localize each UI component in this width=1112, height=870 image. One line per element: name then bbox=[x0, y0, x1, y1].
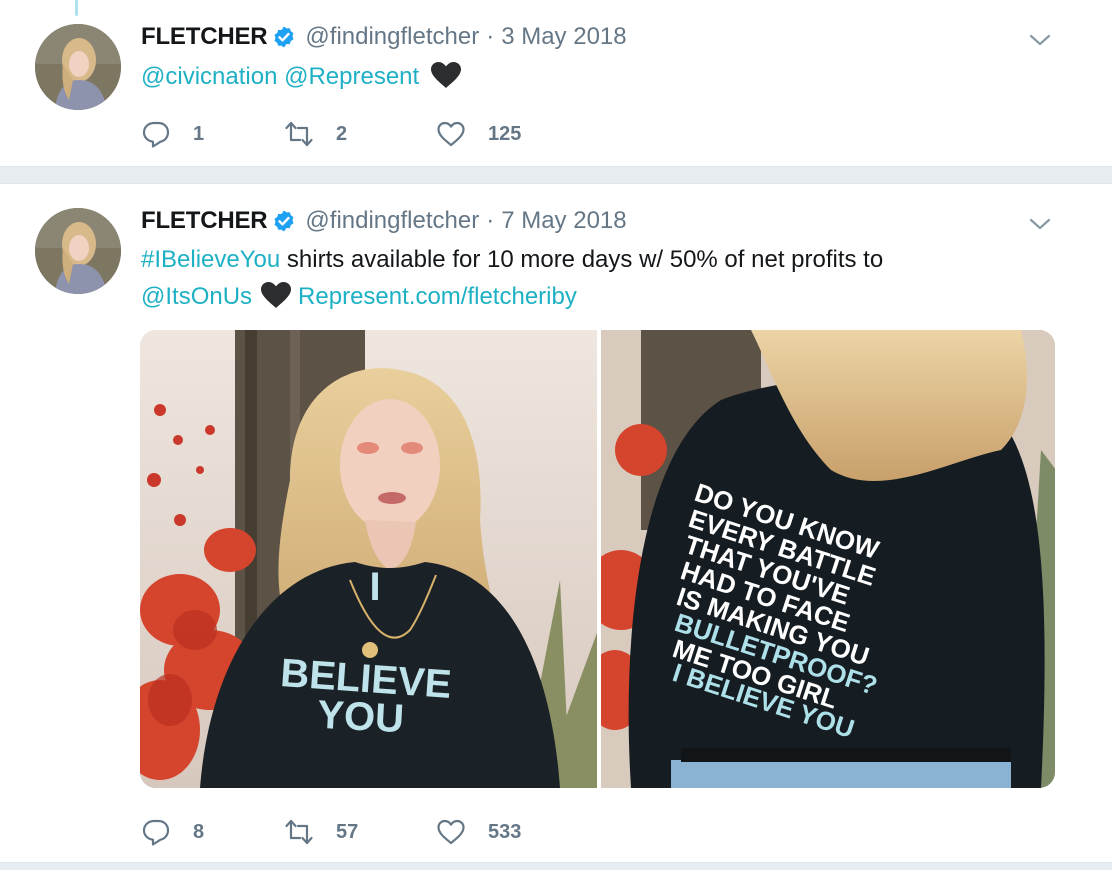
mention-link[interactable]: @civicnation bbox=[141, 63, 277, 90]
user-handle[interactable]: @findingfletcher bbox=[305, 207, 479, 235]
tweet-actions: 1 2 125 bbox=[141, 119, 556, 149]
photo-divider bbox=[597, 330, 599, 788]
photo-front[interactable]: I BELIEVE YOU bbox=[140, 330, 597, 788]
display-name[interactable]: FLETCHER bbox=[141, 23, 268, 51]
separator-dot: · bbox=[486, 207, 495, 234]
avatar[interactable] bbox=[35, 208, 121, 294]
tweet-text-line: #IBelieveYou shirts available for 10 mor… bbox=[141, 241, 883, 278]
chevron-down-icon[interactable] bbox=[1028, 30, 1052, 50]
like-button[interactable]: 125 bbox=[436, 119, 556, 149]
like-icon bbox=[437, 819, 465, 845]
tweet-header: FLETCHER @findingfletcher · 3 May 2018 bbox=[141, 23, 627, 51]
verified-badge-icon bbox=[274, 210, 294, 232]
tweet-separator bbox=[0, 166, 1112, 184]
retweet-count: 2 bbox=[336, 122, 348, 145]
tweet[interactable]: FLETCHER @findingfletcher · 3 May 2018 @… bbox=[0, 0, 1112, 166]
tweet-text-line: @ItsOnUs Represent.com/fletcheriby bbox=[141, 278, 883, 315]
tweet-text: #IBelieveYou shirts available for 10 mor… bbox=[141, 241, 883, 315]
shirt-text: I bbox=[369, 565, 380, 609]
avatar[interactable] bbox=[35, 24, 121, 110]
reply-icon bbox=[142, 819, 170, 846]
reply-count: 8 bbox=[193, 820, 205, 843]
retweet-button[interactable]: 57 bbox=[284, 817, 436, 847]
retweet-icon bbox=[285, 819, 313, 845]
like-button[interactable]: 533 bbox=[436, 817, 556, 847]
hashtag-link[interactable]: #IBelieveYou bbox=[141, 246, 280, 273]
like-icon bbox=[437, 121, 465, 147]
url-link[interactable]: Represent.com/fletcheriby bbox=[298, 283, 577, 310]
chevron-down-icon[interactable] bbox=[1028, 214, 1052, 234]
tweet-separator bbox=[0, 862, 1112, 870]
mention-link[interactable]: @Represent bbox=[284, 63, 419, 90]
reply-button[interactable]: 8 bbox=[141, 817, 284, 847]
user-handle[interactable]: @findingfletcher bbox=[305, 23, 479, 51]
media-grid: I BELIEVE YOU DO YOU KNOW EVERY BATTLE T… bbox=[140, 330, 1055, 788]
reply-icon bbox=[142, 121, 170, 148]
reply-button[interactable]: 1 bbox=[141, 119, 284, 149]
retweet-button[interactable]: 2 bbox=[284, 119, 436, 149]
separator-dot: · bbox=[486, 23, 495, 50]
tweet-date[interactable]: 3 May 2018 bbox=[501, 23, 626, 51]
retweet-count: 57 bbox=[336, 820, 359, 843]
black-heart-emoji-icon bbox=[261, 282, 292, 308]
photo-back[interactable]: DO YOU KNOW EVERY BATTLE THAT YOU'VE HAD… bbox=[601, 330, 1055, 788]
tweet[interactable]: FLETCHER @findingfletcher · 7 May 2018 #… bbox=[0, 184, 1112, 870]
like-count: 125 bbox=[488, 122, 522, 145]
reply-count: 1 bbox=[193, 122, 205, 145]
tweet-actions: 8 57 533 bbox=[141, 817, 556, 847]
tweet-date[interactable]: 7 May 2018 bbox=[501, 207, 626, 235]
tweet-text-segment: shirts available for 10 more days w/ 50%… bbox=[280, 246, 884, 273]
black-heart-emoji-icon bbox=[430, 62, 461, 88]
display-name[interactable]: FLETCHER bbox=[141, 207, 268, 235]
shirt-text: YOU bbox=[316, 693, 405, 741]
like-count: 533 bbox=[488, 820, 522, 843]
mention-link[interactable]: @ItsOnUs bbox=[141, 283, 252, 310]
tweet-text: @civicnation @Represent bbox=[141, 58, 468, 95]
tweet-header: FLETCHER @findingfletcher · 7 May 2018 bbox=[141, 207, 627, 235]
verified-badge-icon bbox=[274, 26, 294, 48]
retweet-icon bbox=[285, 121, 313, 147]
